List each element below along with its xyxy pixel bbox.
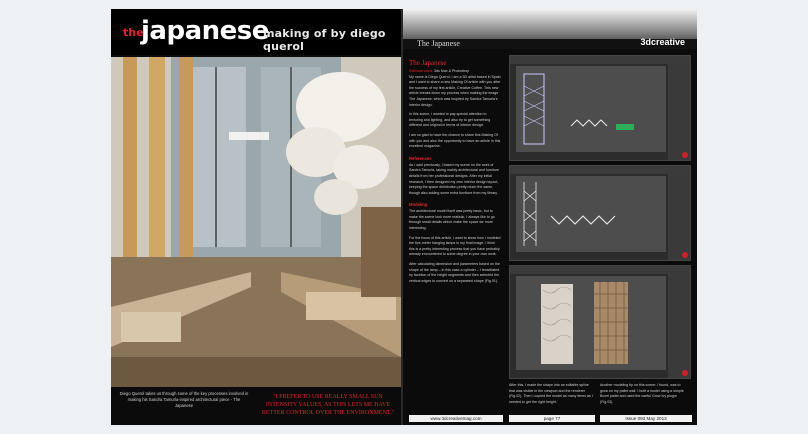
column-2-paragraph: After this, I made the shape into an edi… [509,383,593,404]
figure-01-viewport [516,66,666,152]
figure-03-marker-icon [682,370,688,376]
software-value: 3ds Max & Photoshop [433,69,470,73]
references-paragraph: As I said previously, I based my scene o… [409,162,500,195]
modeling-paragraph-2: For the focus of this article, I want to… [409,235,501,257]
left-page: the japanese making of by diego querol D… [111,9,401,425]
figure-01-lamp-wireframe [523,73,634,145]
article-column-1: The Japanese Software used: 3ds Max & Ph… [409,55,501,288]
title-byline: making of by diego querol [263,27,386,53]
image-caption: Diego Querol takes us through some of th… [119,391,249,408]
figure-03-ivy-pallet-render [541,282,628,364]
page-header: The Japanese 3dcreative [403,9,697,49]
figure-02-toolbar [510,166,690,174]
title-japanese: japanese [141,16,269,46]
figure-01-side-panel [668,64,690,160]
figure-02-screenshot [509,165,691,261]
column-3-paragraph: Another modeling tip on this scene: I fo… [600,383,684,404]
figure-01-screenshot [509,55,691,161]
article-column-2: After this, I made the shape into an edi… [509,383,595,409]
section-title: The Japanese [417,39,460,48]
interior-render-image [111,57,401,387]
software-label: Software used: [409,69,433,73]
figure-03-screenshot [509,265,691,379]
article-title: The Japanese [409,59,447,67]
figure-01-marker-icon [682,152,688,158]
figure-02-side-panel [668,174,690,260]
figure-02-spline-wireframe [523,182,616,246]
footer-website: www.3dcreativemag.com [409,415,503,422]
modeling-paragraph-3: After calculating dimension and paramete… [409,262,500,283]
figure-03-toolbar [510,266,690,274]
figure-03-viewport [516,276,666,370]
figure-02-marker-icon [682,252,688,258]
right-page: The Japanese 3dcreative The Japanese Sof… [403,9,697,425]
intro-paragraph-2: In this scene, I wanted to pay special a… [409,112,491,128]
brand-logo: 3dcreative [640,37,685,47]
footer-page-number: page 77 [509,415,595,422]
figure-01-toolbar [510,56,690,64]
modeling-heading: Modeling [409,202,428,208]
interior-render-illustration [111,57,401,387]
figure-02-viewport [516,176,666,252]
footer-issue: Issue 093 May 2013 [600,415,692,422]
references-heading: References [409,155,432,161]
figure-03-side-panel [668,274,690,378]
title-bar: the japanese making of by diego querol [111,9,401,55]
pull-quote: "I PREFER TO USE REALLY SMALL SUN INTENS… [261,394,395,416]
modeling-paragraph-1: The architectural model itself was prett… [409,209,495,231]
intro-paragraph-1: My name is Diego Querol, I am a 3D artis… [409,74,501,107]
article-column-3: Another modeling tip on this scene: I fo… [600,383,686,409]
intro-paragraph-3: I am so glad to have the chance to share… [409,132,501,149]
magazine-spread: the japanese making of by diego querol D… [111,9,697,425]
